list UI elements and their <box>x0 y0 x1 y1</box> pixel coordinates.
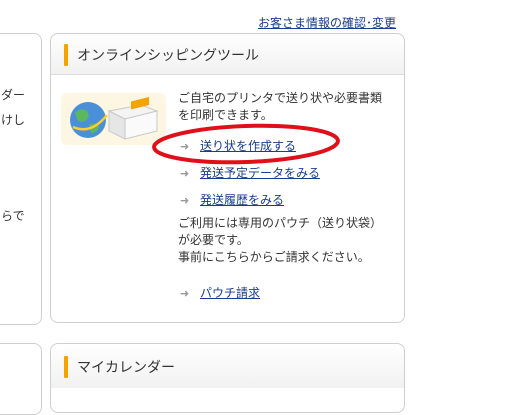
panel-title: マイカレンダー <box>77 360 175 376</box>
description-line: を印刷できます。 <box>178 108 273 122</box>
my-calendar-panel: マイカレンダー <box>50 343 405 413</box>
left-panel-lower <box>0 343 42 415</box>
note-line: ご利用には専用のパウチ（送り状袋） <box>178 216 383 230</box>
link-pouch-request[interactable]: ➜ パウチ請求 <box>180 284 260 301</box>
online-shipping-panel: オンラインシッピングツール ご自宅のプリンタで送り状や必要書類 を印刷できます。… <box>50 33 405 323</box>
left-panel: ダー けし らで <box>0 33 42 325</box>
pouch-note: ご利用には専用のパウチ（送り状袋） が必要です。 事前にこちらからご請求ください… <box>178 215 403 266</box>
panel-title: オンラインシッピングツール <box>77 48 259 64</box>
panel-header: マイカレンダー <box>51 344 404 388</box>
arrow-right-icon: ➜ <box>180 167 190 180</box>
left-panel-text: けし <box>1 113 26 127</box>
link-create-waybill[interactable]: ➜ 送り状を作成する <box>180 137 296 154</box>
arrow-right-icon: ➜ <box>180 194 190 207</box>
create-waybill-link[interactable]: 送り状を作成する <box>200 139 296 153</box>
pouch-request-link[interactable]: パウチ請求 <box>200 286 260 300</box>
accent-bar <box>64 44 68 66</box>
description-line: ご自宅のプリンタで送り状や必要書類 <box>178 91 383 105</box>
left-panel-text: ダー <box>1 88 26 102</box>
note-line: 事前にこちらからご請求ください。 <box>178 250 370 264</box>
panel-description: ご自宅のプリンタで送り状や必要書類 を印刷できます。 <box>178 90 398 124</box>
link-shipping-history[interactable]: ➜ 発送履歴をみる <box>180 191 284 208</box>
arrow-right-icon: ➜ <box>180 140 190 153</box>
arrow-right-icon: ➜ <box>180 287 190 300</box>
shipping-history-link[interactable]: 発送履歴をみる <box>200 193 284 207</box>
panel-header: オンラインシッピングツール <box>51 34 404 75</box>
scheduled-data-link[interactable]: 発送予定データをみる <box>200 166 320 180</box>
note-line: が必要です。 <box>178 233 249 247</box>
account-info-link[interactable]: お客さま情報の確認･変更 <box>258 14 396 31</box>
left-panel-text: らで <box>1 209 25 223</box>
globe-package-icon <box>61 93 166 145</box>
accent-bar <box>64 356 68 378</box>
link-scheduled-data[interactable]: ➜ 発送予定データをみる <box>180 164 320 181</box>
